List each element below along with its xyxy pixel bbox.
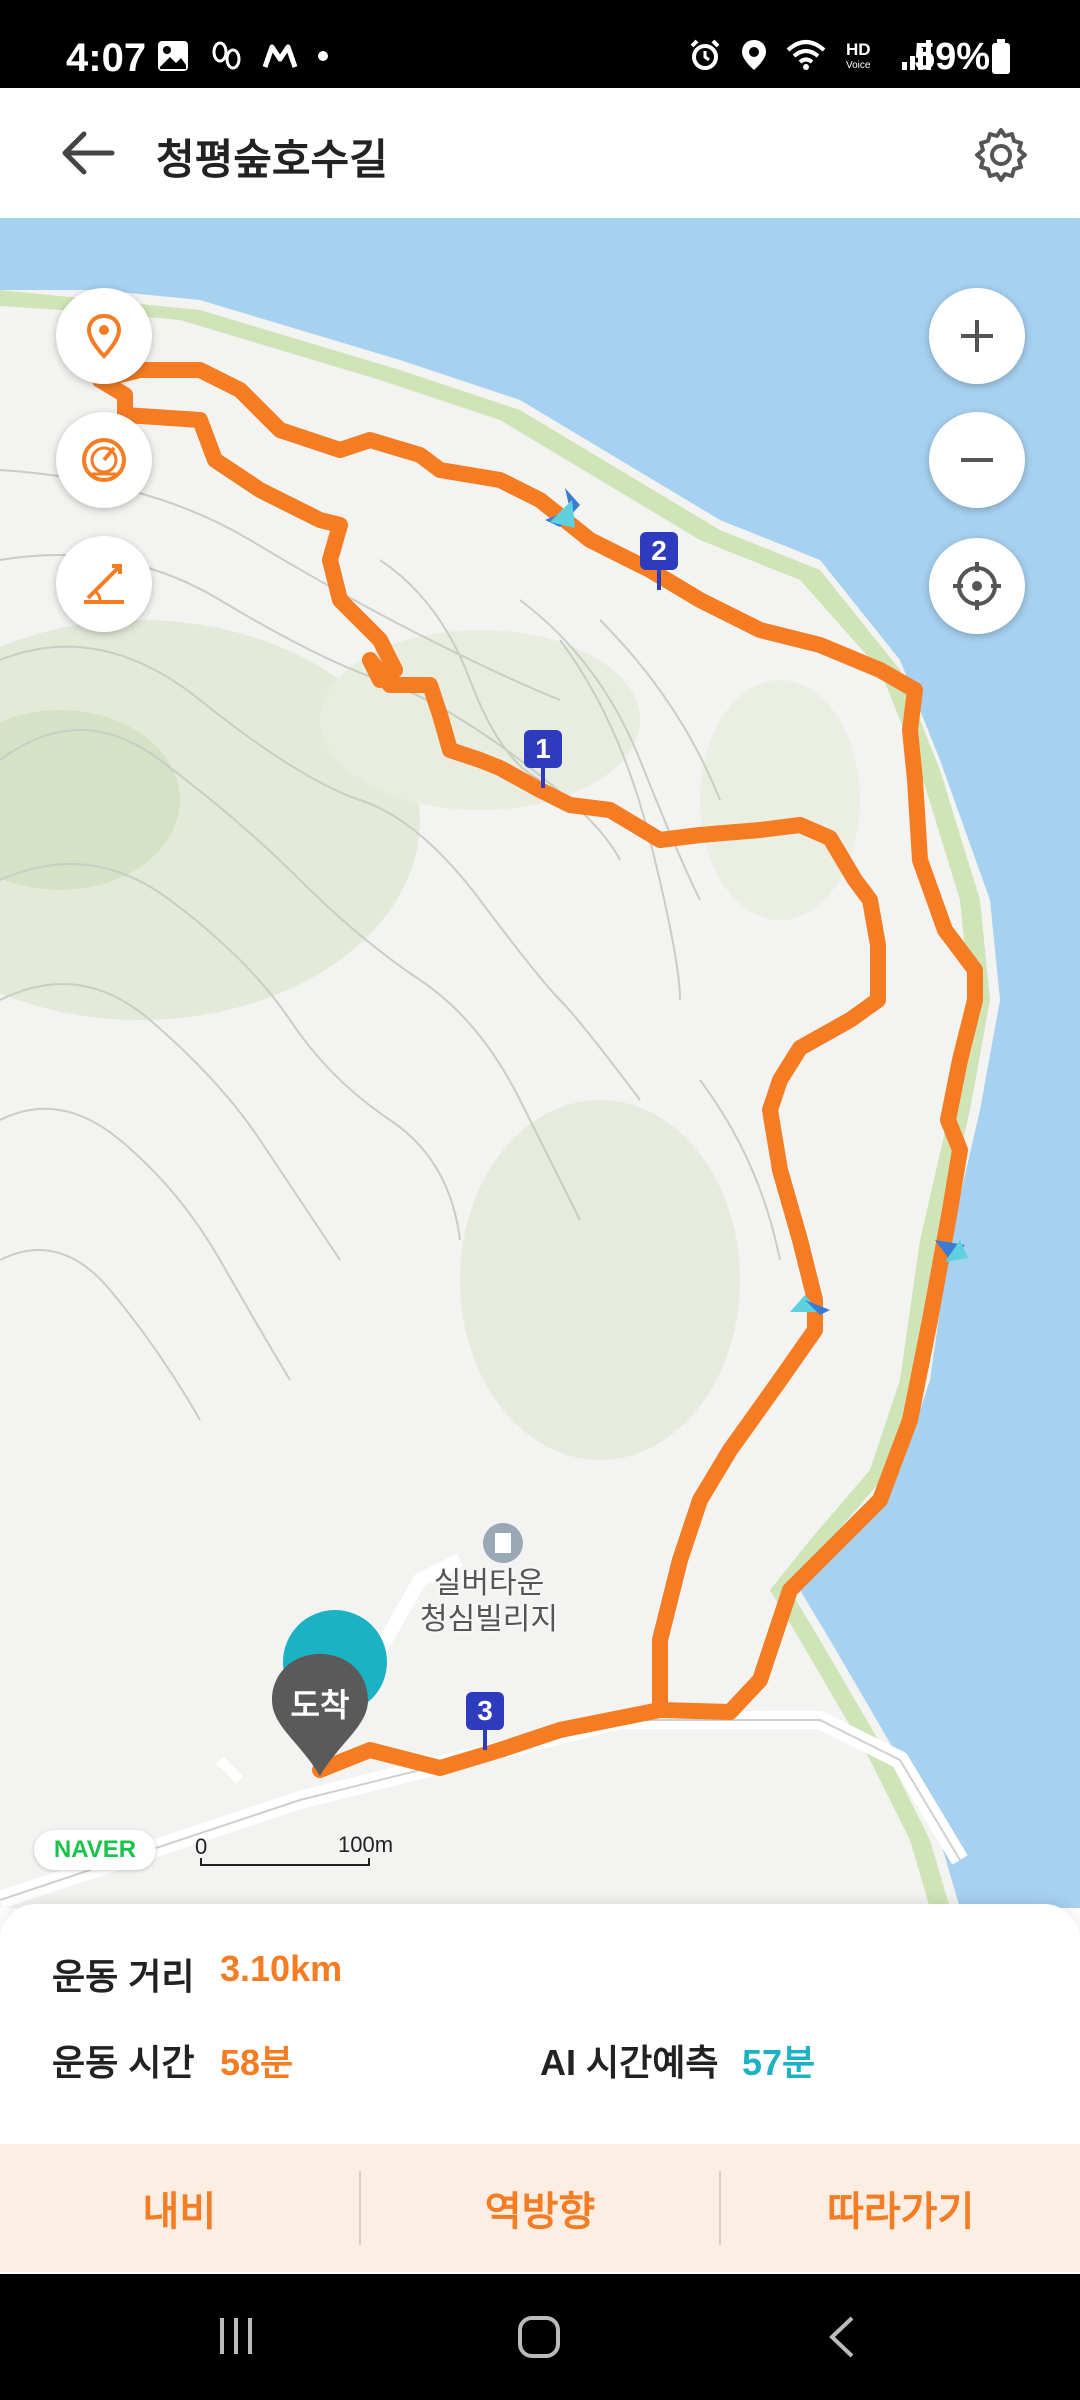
location-pin-button[interactable] — [56, 288, 152, 384]
distance-label: 운동 거리 — [52, 1956, 195, 1997]
navigation-button[interactable]: 내비 — [0, 2144, 359, 2272]
footprints-icon — [212, 41, 241, 70]
slope-icon — [84, 564, 124, 604]
settings-gear-icon[interactable] — [972, 126, 1030, 184]
arrival-label: 도착 — [290, 1687, 350, 1723]
page-title: 청평숲호수길 — [156, 136, 388, 183]
app-icon — [262, 44, 298, 68]
system-nav-bar — [0, 2274, 1080, 2400]
scale-end: 100m — [338, 1832, 394, 1857]
scale-start: 0 — [195, 1834, 208, 1859]
waypoint-number: 3 — [466, 1692, 504, 1730]
action-bar: 내비 역방향 따라가기 — [0, 2144, 1080, 2272]
waypoint-marker-2[interactable]: 2 — [640, 532, 680, 590]
back-arrow-icon[interactable] — [58, 126, 118, 180]
crosshair-icon — [953, 562, 1001, 610]
follow-button[interactable]: 따라가기 — [721, 2144, 1080, 2272]
exercise-time-value: 58분 — [220, 2042, 294, 2083]
wifi-icon — [786, 40, 826, 70]
dot-icon — [318, 51, 328, 61]
status-time: 4:07 — [66, 36, 147, 80]
lake-water — [0, 218, 1080, 1908]
waypoint-marker-1[interactable]: 1 — [524, 730, 564, 788]
zoom-in-button[interactable] — [929, 288, 1025, 384]
battery-icon — [992, 39, 1010, 74]
poi-name-line1: 실버타운 — [433, 1567, 545, 1600]
poi-label: 실버타운 청심빌리지 — [420, 1566, 558, 1638]
home-icon[interactable] — [516, 2314, 562, 2360]
minus-icon — [961, 458, 993, 462]
my-location-button[interactable] — [929, 538, 1025, 634]
scale-bar — [200, 1858, 370, 1866]
svg-text:HD: HD — [846, 40, 871, 59]
waypoint-number: 1 — [524, 730, 562, 768]
waypoint-number: 2 — [640, 532, 678, 570]
map-view[interactable]: 1 2 3 실버타운 청심빌리지 도착 NAVER 0 100m — [0, 218, 1080, 1908]
screen: 4:07 HD Voice 59% 청평숲호수길 1 2 3 실버타운 청심빌리… — [0, 0, 1080, 2400]
waypoint-marker-3[interactable]: 3 — [466, 1692, 506, 1750]
alarm-icon — [690, 39, 720, 70]
exercise-time-label: 운동 시간 — [52, 2042, 195, 2083]
distance-value: 3.10km — [220, 1948, 343, 1989]
poi-name-line2: 청심빌리지 — [420, 1603, 558, 1636]
hill-shade-5 — [700, 680, 860, 920]
status-right-icons: HD Voice — [688, 38, 934, 72]
svg-text:Voice: Voice — [846, 60, 871, 71]
back-icon[interactable] — [822, 2314, 862, 2360]
hd-voice-icon: HDVoice — [846, 40, 871, 71]
map-pin-icon — [86, 313, 122, 359]
elevation-button[interactable] — [56, 536, 152, 632]
plus-icon — [961, 320, 993, 352]
recent-apps-icon[interactable] — [214, 2314, 258, 2358]
speedometer-icon — [82, 438, 126, 482]
app-header: 청평숲호수길 — [0, 88, 1080, 218]
location-icon — [742, 40, 766, 70]
ai-time-label: AI 시간예측 — [540, 2042, 719, 2083]
gallery-icon — [158, 41, 188, 71]
status-left-icons — [156, 38, 330, 74]
hill-shade-4 — [460, 1100, 740, 1460]
reverse-direction-button[interactable]: 역방향 — [361, 2144, 720, 2272]
zoom-out-button[interactable] — [929, 412, 1025, 508]
battery-percent: 59% — [914, 36, 991, 78]
map-canvas — [0, 218, 1080, 1908]
naver-logo: NAVER — [34, 1830, 156, 1870]
speedometer-button[interactable] — [56, 412, 152, 508]
status-bar: 4:07 HD Voice 59% — [0, 0, 1080, 88]
ai-time-value: 57분 — [742, 2042, 816, 2083]
